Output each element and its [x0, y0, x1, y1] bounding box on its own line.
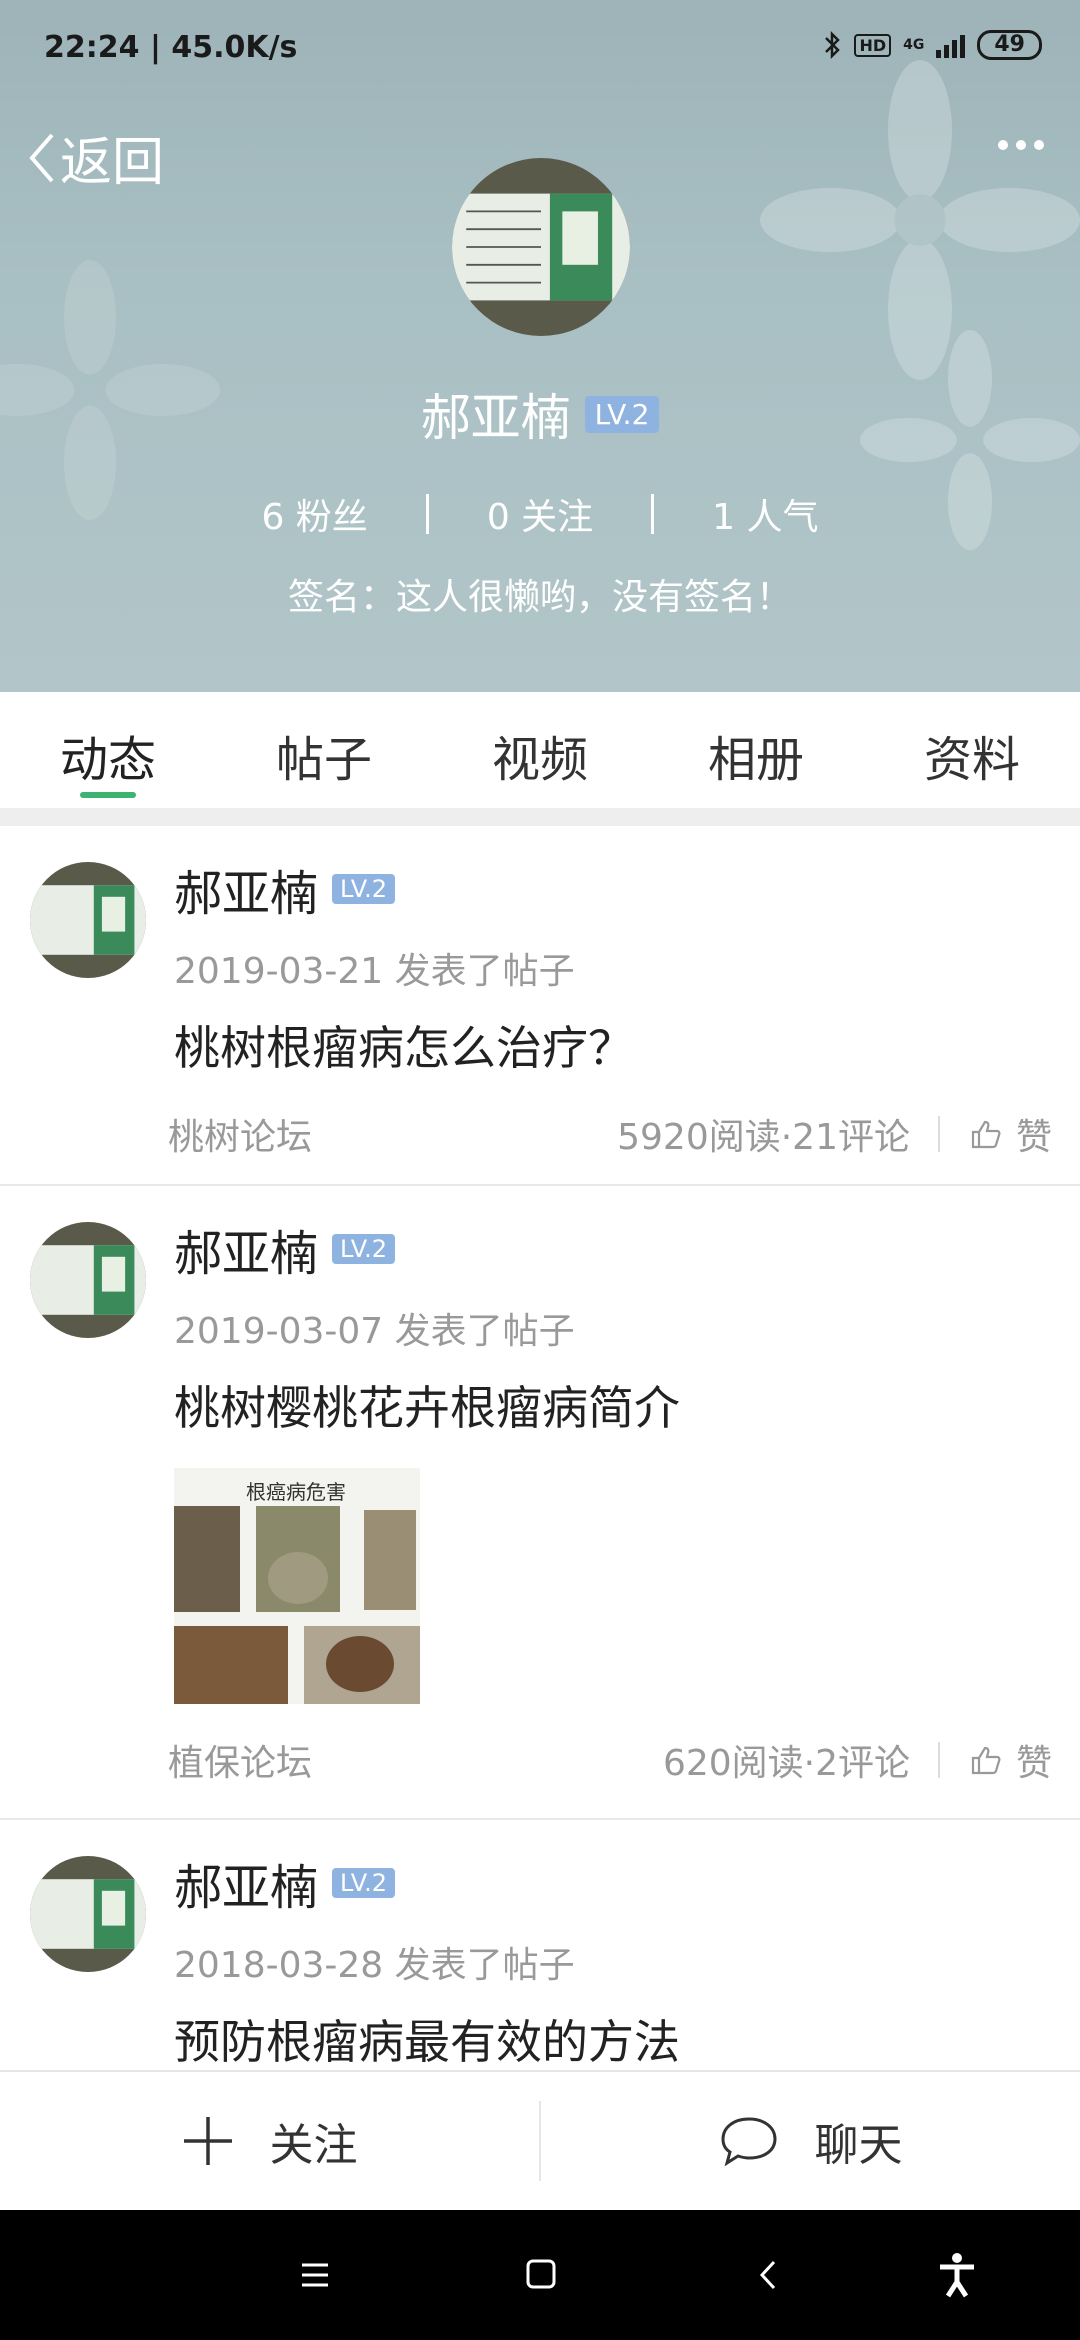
post-stats: 620阅读·2评论 — [662, 1743, 910, 1784]
tab-albums[interactable]: 相册 — [648, 692, 864, 808]
post-meta: 2019-03-07 发表了帖子 — [174, 1311, 575, 1352]
like-icon — [971, 1120, 1001, 1149]
tab-activity[interactable]: 动态 — [0, 692, 216, 808]
post-meta: 2019-03-21 发表了帖子 — [174, 951, 575, 992]
signature: 签名：这人很懒哟，没有签名！ — [287, 577, 792, 618]
divider — [0, 808, 1080, 826]
system-navigation-bar — [0, 2210, 1080, 2340]
post-title[interactable]: 预防根瘤病最有效的方法 — [174, 2006, 1080, 2072]
profile-name: 郝亚楠 — [420, 389, 571, 447]
chat-label: 聊天 — [814, 2120, 903, 2171]
level-badge: LV.2 — [332, 874, 395, 904]
menu-icon[interactable] — [300, 2250, 330, 2300]
tab-profile-info[interactable]: 资料 — [864, 692, 1080, 808]
accessibility-icon[interactable] — [936, 2250, 978, 2300]
follow-label: 关注 — [269, 2120, 358, 2171]
like-label: 赞 — [1015, 1117, 1052, 1158]
like-label: 赞 — [1015, 1743, 1052, 1784]
post-author[interactable]: 郝亚楠 — [174, 1214, 318, 1284]
battery-indicator: 49 — [977, 30, 1042, 60]
profile-stats: 6 粉丝 0 关注 1 人气 — [0, 488, 1080, 540]
action-bar: 关注 聊天 — [0, 2070, 1080, 2210]
list-item[interactable]: 郝亚楠 LV.2 2019-03-21 发表了帖子 桃树根瘤病怎么治疗？ 桃树论… — [0, 826, 1080, 1186]
popularity-count: 1 人气 — [712, 497, 819, 538]
chat-button[interactable]: 聊天 — [541, 2109, 1080, 2173]
post-title[interactable]: 桃树樱桃花卉根瘤病简介 — [174, 1372, 1080, 1438]
tab-posts[interactable]: 帖子 — [216, 692, 432, 808]
back-icon[interactable] — [756, 2250, 780, 2300]
network-type: 4G — [903, 37, 925, 53]
status-bar: 22:24 | 45.0K/s HD 4G 49 — [0, 0, 1080, 100]
more-icon[interactable] — [998, 140, 1044, 150]
forum-link[interactable]: 桃树论坛 — [168, 1108, 312, 1160]
signal-icon — [936, 32, 966, 58]
plus-icon — [183, 2117, 232, 2165]
following-count[interactable]: 0 关注 — [487, 488, 593, 540]
profile-header: 22:24 | 45.0K/s HD 4G 49 返回 郝亚楠 LV.2 6 粉… — [0, 0, 1080, 692]
avatar[interactable] — [30, 1856, 146, 1972]
avatar[interactable] — [30, 1222, 146, 1338]
avatar[interactable] — [30, 862, 146, 978]
tab-videos[interactable]: 视频 — [432, 692, 648, 808]
post-stats: 5920阅读·21评论 — [617, 1117, 910, 1158]
level-badge: LV.2 — [332, 1234, 395, 1264]
level-badge: LV.2 — [584, 395, 660, 433]
post-author[interactable]: 郝亚楠 — [174, 854, 318, 924]
back-button[interactable]: 返回 — [26, 120, 164, 195]
avatar[interactable] — [452, 158, 630, 336]
level-badge: LV.2 — [332, 1868, 395, 1898]
hd-badge: HD — [854, 33, 892, 57]
home-icon[interactable] — [525, 2250, 557, 2300]
activity-feed: 郝亚楠 LV.2 2019-03-21 发表了帖子 桃树根瘤病怎么治疗？ 桃树论… — [0, 826, 1080, 2120]
followers-count[interactable]: 6 粉丝 — [261, 488, 367, 540]
forum-link[interactable]: 植保论坛 — [168, 1734, 312, 1786]
follow-button[interactable]: 关注 — [0, 2109, 539, 2173]
list-item[interactable]: 郝亚楠 LV.2 2019-03-07 发表了帖子 桃树樱桃花卉根瘤病简介 根癌… — [0, 1186, 1080, 1820]
bluetooth-icon — [825, 30, 841, 60]
post-thumbnail[interactable]: 根癌病危害 — [174, 1468, 420, 1704]
status-time: 22:24 | 45.0K/s — [44, 30, 298, 65]
post-author[interactable]: 郝亚楠 — [174, 1848, 318, 1918]
chat-bubble-icon — [720, 2117, 777, 2167]
profile-tabs: 动态 帖子 视频 相册 资料 — [0, 692, 1080, 808]
back-label: 返回 — [60, 133, 165, 193]
like-icon — [971, 1746, 1001, 1775]
back-chevron-icon — [29, 133, 54, 182]
like-button[interactable]: 赞 — [970, 1734, 1052, 1786]
like-button[interactable]: 赞 — [970, 1108, 1052, 1160]
post-meta: 2018-03-28 发表了帖子 — [174, 1945, 575, 1986]
post-title[interactable]: 桃树根瘤病怎么治疗？ — [174, 1012, 1080, 1078]
